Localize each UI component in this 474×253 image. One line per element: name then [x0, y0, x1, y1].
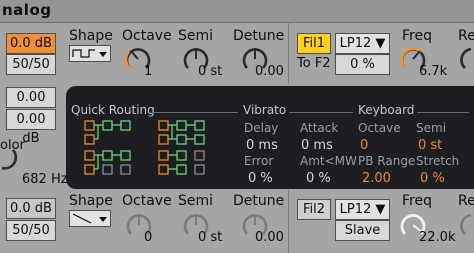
filter2-freq-label: Freq: [402, 193, 432, 209]
filter2-type-dropdown[interactable]: LP12 ▼: [335, 199, 390, 220]
osc2-shape-selector[interactable]: [69, 210, 111, 227]
keyboard-heading: Keyboard: [358, 103, 415, 117]
divider-line: [417, 112, 469, 113]
divider-line: [152, 112, 238, 113]
filter1-res-knob[interactable]: [458, 44, 474, 74]
left-volume-field-1[interactable]: 0.00 dB: [6, 87, 56, 124]
routing-option-1-icon[interactable]: [82, 118, 144, 178]
osc2-octave-value: 0: [144, 230, 153, 245]
osc1-detune-label: Detune: [233, 28, 285, 44]
vibrato-delay-value[interactable]: 0 ms: [246, 138, 278, 153]
vibrato-delay-label: Delay: [244, 121, 279, 135]
filter1-freq-value: 6.7k: [419, 64, 448, 79]
keyboard-pb-range-label: PB Range: [358, 154, 416, 168]
keyboard-stretch-value[interactable]: 0 %: [420, 171, 445, 186]
section-divider: [288, 22, 289, 84]
vibrato-attack-value[interactable]: 0 ms: [301, 138, 333, 153]
routing-option-2-icon[interactable]: [156, 118, 218, 178]
color-hz-value: 682 Hz: [22, 172, 68, 187]
keyboard-octave-value[interactable]: 0: [360, 138, 368, 153]
osc1-octave-value: 1: [144, 64, 153, 79]
vibrato-error-label: Error: [244, 154, 274, 168]
square-wave-icon: [72, 49, 107, 58]
filter1-res-label: Re: [458, 28, 474, 44]
filter2-toggle-button[interactable]: Fil2: [297, 199, 331, 220]
osc2-detune-value: 0.00: [255, 230, 284, 245]
osc1-volume-field[interactable]: 0.0 dB: [6, 33, 56, 54]
quick-routing-heading: Quick Routing: [71, 103, 155, 117]
title-bar: nalog: [0, 0, 474, 23]
keyboard-semi-value[interactable]: 0 st: [418, 138, 442, 153]
osc1-balance-field[interactable]: 50/50: [6, 54, 56, 75]
filter2-freq-value: 22.0k: [419, 230, 456, 245]
osc1-shape-selector[interactable]: [69, 45, 111, 62]
filter1-toggle-button[interactable]: Fil1: [297, 33, 331, 54]
left-volume-field-2[interactable]: 0.00 dB: [6, 109, 56, 146]
saw-wave-icon: [72, 213, 107, 224]
keyboard-semi-label: Semi: [416, 121, 447, 135]
keyboard-octave-label: Octave: [358, 121, 401, 135]
osc1-semi-label: Semi: [178, 28, 214, 44]
keyboard-pb-range-value[interactable]: 2.00: [362, 171, 391, 186]
osc1-octave-label: Octave: [122, 28, 172, 44]
global-settings-panel: Quick Routing Vibrato Keyboard Delay 0 m…: [66, 86, 474, 189]
filter1-type-dropdown[interactable]: LP12 ▼: [335, 33, 390, 54]
vibrato-error-value[interactable]: 0 %: [248, 171, 273, 186]
osc1-shape-label: Shape: [69, 28, 113, 44]
osc2-volume-field[interactable]: 0.0 dB: [6, 198, 56, 219]
osc2-semi-label: Semi: [178, 193, 214, 209]
filter2-slave-button[interactable]: Slave: [335, 220, 390, 241]
filter2-res-knob[interactable]: [458, 210, 474, 240]
vibrato-amt-mw-value[interactable]: 0 %: [306, 171, 331, 186]
filter1-to-f2-field[interactable]: 0 %: [335, 54, 390, 75]
divider-line: [289, 112, 353, 113]
vibrato-amt-mw-label: Amt<MW: [300, 154, 357, 168]
osc2-balance-field[interactable]: 50/50: [6, 220, 56, 241]
osc2-octave-label: Octave: [122, 193, 172, 209]
filter2-res-label: Re: [458, 193, 474, 209]
section-divider: [288, 190, 289, 253]
osc1-semi-value: 0 st: [198, 64, 223, 79]
device-title: nalog: [2, 1, 52, 19]
filter1-to-f2-label: To F2: [297, 56, 331, 71]
osc2-detune-label: Detune: [233, 193, 285, 209]
osc2-shape-label: Shape: [69, 193, 113, 209]
vibrato-heading: Vibrato: [243, 103, 287, 117]
color-knob[interactable]: [0, 148, 20, 172]
vibrato-attack-label: Attack: [300, 121, 339, 135]
keyboard-stretch-label: Stretch: [416, 154, 460, 168]
filter1-freq-label: Freq: [402, 28, 432, 44]
osc2-semi-value: 0 st: [198, 230, 223, 245]
osc1-detune-value: 0.00: [255, 64, 284, 79]
